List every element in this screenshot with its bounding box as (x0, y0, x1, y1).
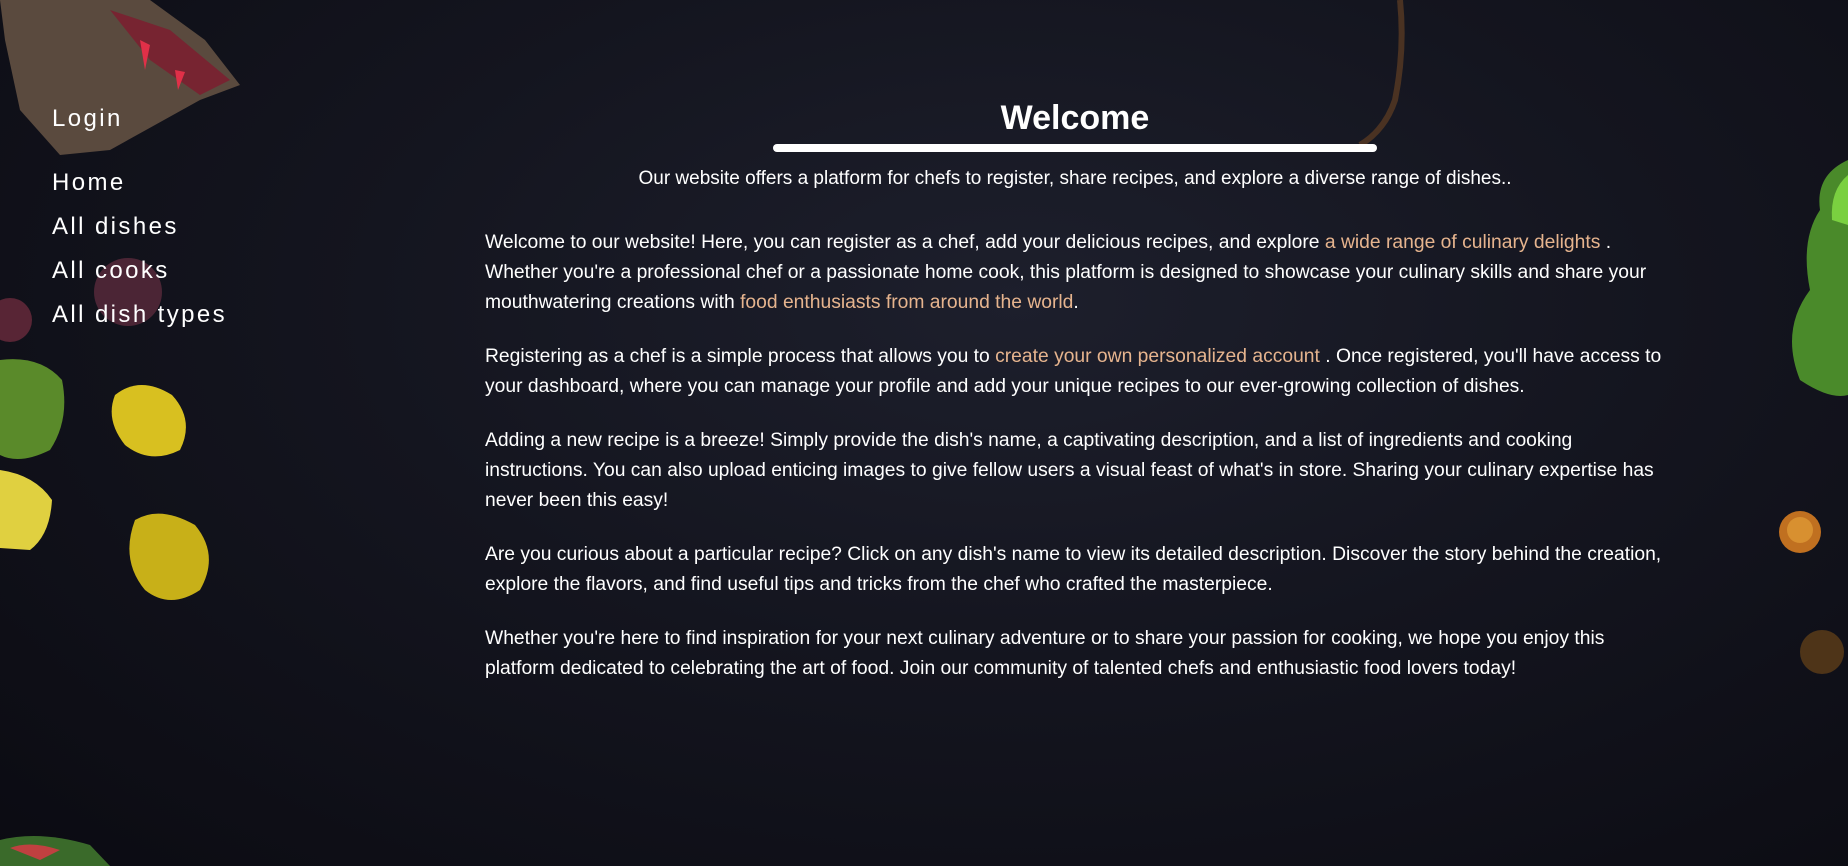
nav-all-dish-types-link[interactable]: All dish types (52, 300, 312, 330)
main-content: Welcome Our website offers a platform fo… (485, 96, 1665, 708)
paragraph-add-recipe: Adding a new recipe is a breeze! Simply … (485, 430, 1654, 511)
highlight-culinary-delights: a wide range of culinary delights (1324, 232, 1601, 253)
paragraph-register: Registering as a chef is a simple proces… (485, 342, 1665, 402)
nav-home-link[interactable]: Home (52, 168, 312, 198)
paragraph-closing: Whether you're here to find inspiration … (485, 628, 1605, 679)
nav-all-dishes-link[interactable]: All dishes (52, 212, 312, 242)
page-subtitle: Our website offers a platform for chefs … (638, 168, 1512, 189)
paragraph-intro-text-a: Welcome to our website! Here, you can re… (485, 232, 1325, 253)
nav-login-link[interactable]: Login (52, 104, 312, 134)
main-nav: Login Home All dishes All cooks All dish… (52, 104, 312, 344)
paragraph-view-recipe: Are you curious about a particular recip… (485, 544, 1662, 595)
highlight-personalized-account: create your own personalized account (995, 346, 1320, 367)
title-underline (773, 144, 1377, 152)
paragraph-intro-text-c: . (1073, 292, 1079, 313)
nav-all-cooks-link[interactable]: All cooks (52, 256, 312, 286)
highlight-food-enthusiasts: food enthusiasts from around the world (740, 292, 1074, 313)
paragraph-register-text-a: Registering as a chef is a simple proces… (485, 346, 996, 367)
page-title: Welcome (1000, 99, 1150, 137)
paragraph-intro: Welcome to our website! Here, you can re… (485, 228, 1665, 318)
welcome-text: Welcome to our website! Here, you can re… (485, 228, 1665, 684)
